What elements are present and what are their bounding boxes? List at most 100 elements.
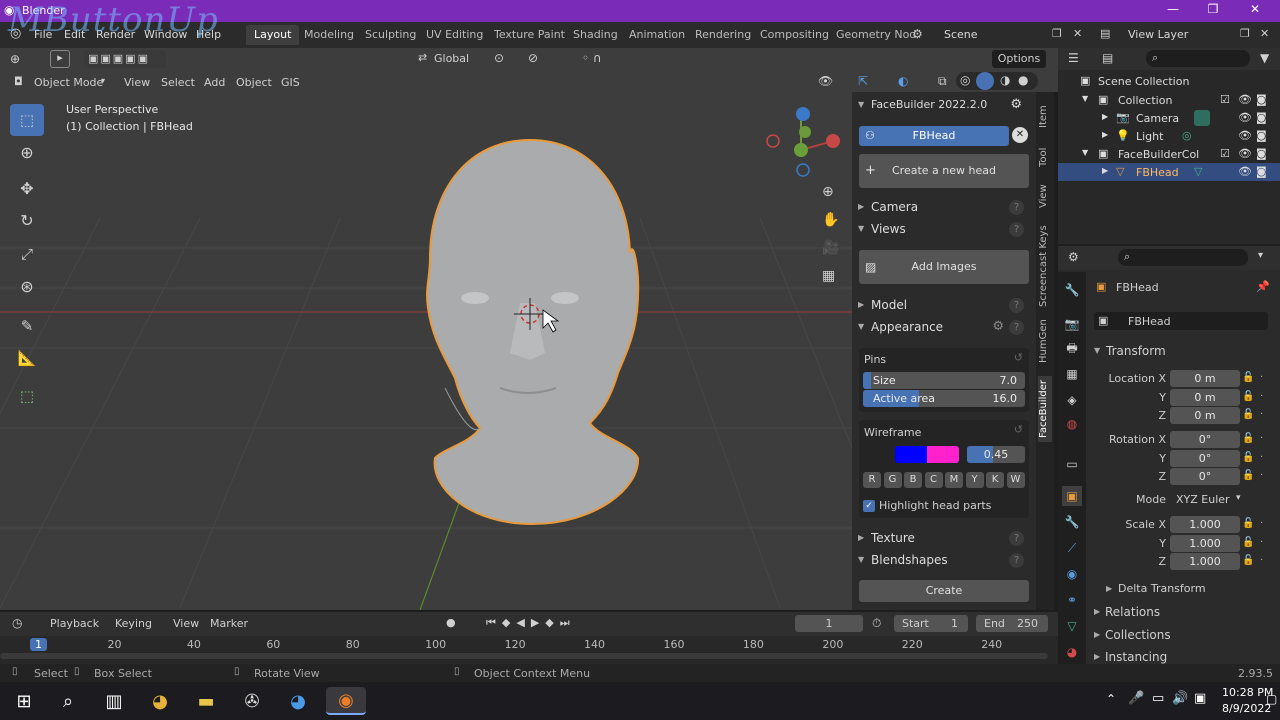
lock-icon[interactable]: 🔓: [1242, 518, 1254, 529]
eye-icon[interactable]: 👁: [1238, 165, 1252, 178]
marker-menu[interactable]: Marker: [210, 617, 248, 630]
location-field[interactable]: 0 m: [1170, 407, 1240, 424]
workspace-tab[interactable]: Geometry Nod: [828, 25, 924, 45]
expand-arrow-icon[interactable]: ▶: [1102, 130, 1108, 139]
help-icon[interactable]: ?: [1009, 200, 1024, 215]
windows-start-icon[interactable]: ⊞: [10, 687, 38, 715]
workspace-tab[interactable]: Compositing: [752, 25, 837, 45]
delete-head-icon[interactable]: ✕: [1012, 127, 1028, 143]
section-appearance[interactable]: ▼ Appearance ⚙ ?: [856, 318, 1032, 338]
maximize-button[interactable]: ❐: [1198, 2, 1228, 20]
tab-facebuilder[interactable]: FaceBuilder: [1038, 376, 1052, 442]
tab-humgen[interactable]: HumGen: [1038, 318, 1052, 364]
transform-orientation-dropdown[interactable]: Global: [434, 52, 469, 65]
scale-field[interactable]: 1.000: [1170, 553, 1240, 570]
head-model[interactable]: [426, 138, 640, 526]
outliner-row[interactable]: ▣ Scene Collection: [1058, 72, 1280, 90]
keyframe-dot-icon[interactable]: ·: [1260, 372, 1263, 383]
zoom-icon[interactable]: ⊕: [822, 184, 834, 200]
rotation-field[interactable]: 0°: [1170, 449, 1240, 467]
keyframe-dot-icon[interactable]: ·: [1260, 452, 1263, 463]
help-icon[interactable]: ?: [1009, 320, 1024, 335]
head-select-button[interactable]: ⚇ FBHead: [859, 126, 1009, 146]
selection-mode-icons[interactable]: ▣▣▣▣▣: [84, 50, 166, 68]
tool-tab-icon[interactable]: 🔧: [1062, 280, 1082, 300]
output-tab-icon[interactable]: 🖶: [1062, 338, 1082, 358]
annotate-tool[interactable]: ✎: [10, 310, 44, 342]
keyframe-dot-icon[interactable]: ·: [1260, 470, 1263, 481]
camera-data-icon[interactable]: [1194, 110, 1210, 126]
section-texture[interactable]: ▶ Texture?: [856, 529, 1032, 549]
volume-icon[interactable]: 🔊: [1172, 691, 1188, 706]
wire-color-1-swatch[interactable]: [895, 446, 927, 463]
camera-view-icon[interactable]: 🎥: [822, 240, 839, 256]
playback-menu[interactable]: Playback: [50, 617, 99, 630]
outliner-row[interactable]: ▼ ▣ Collection ☑ 👁 ◙: [1058, 91, 1280, 109]
lock-icon[interactable]: 🔓: [1242, 409, 1254, 420]
add-cube-tool[interactable]: ⬚: [10, 380, 44, 412]
help-icon[interactable]: ?: [1009, 553, 1024, 568]
measure-tool[interactable]: 📐: [10, 342, 44, 374]
particles-tab-icon[interactable]: ⟋: [1062, 538, 1082, 558]
help-icon[interactable]: ?: [1009, 222, 1024, 237]
chrome-profile-icon[interactable]: ◕: [284, 687, 312, 715]
snap-icon[interactable]: ⊘: [528, 51, 538, 65]
outliner-row[interactable]: ▼ ▣ FaceBuilderCol ☑ 👁 ◙: [1058, 145, 1280, 163]
gizmo-toggle-icon[interactable]: ⇱: [858, 74, 868, 88]
visibility-icon[interactable]: 👁: [818, 74, 833, 88]
outliner-search[interactable]: ⌕: [1146, 50, 1250, 67]
wire-color-2-swatch[interactable]: [927, 446, 959, 463]
lock-icon[interactable]: 🔓: [1242, 391, 1254, 402]
workspace-tab[interactable]: Modeling: [296, 25, 362, 45]
color-preset-button[interactable]: C: [924, 472, 943, 488]
properties-search[interactable]: ⌕: [1118, 249, 1248, 266]
eye-icon[interactable]: 👁: [1238, 129, 1252, 142]
scale-field[interactable]: 1.000: [1170, 534, 1240, 552]
search-icon[interactable]: ⌕: [54, 687, 82, 715]
keyframe-dot-icon[interactable]: ·: [1260, 555, 1263, 566]
properties-editor-icon[interactable]: ⚙: [1068, 250, 1079, 264]
collection-tab-icon[interactable]: ▭: [1062, 454, 1082, 474]
timeline-view-menu[interactable]: View: [173, 617, 199, 630]
clock-date[interactable]: 8/9/2022: [1222, 702, 1271, 715]
wireframe-shading-icon[interactable]: ◎: [960, 73, 970, 87]
expand-arrow-icon[interactable]: ▶: [1102, 166, 1108, 175]
options-dropdown-btn[interactable]: Options: [992, 50, 1046, 68]
stopwatch-icon[interactable]: ⏱: [872, 616, 881, 631]
end-frame-field[interactable]: End 250: [976, 615, 1048, 632]
playback-controls[interactable]: ⏮◆◀▶◆⏭: [486, 616, 576, 630]
keyframe-dot-icon[interactable]: ·: [1260, 391, 1263, 402]
instancing-label[interactable]: Instancing: [1105, 650, 1167, 664]
record-icon[interactable]: ●: [446, 616, 456, 629]
object-tab-icon[interactable]: ▣: [1062, 486, 1082, 506]
blender-taskbar-icon[interactable]: ◉: [326, 687, 366, 715]
expand-arrow-icon[interactable]: ▼: [1082, 148, 1088, 157]
color-preset-button[interactable]: M: [945, 472, 963, 488]
delete-view-layer-icon[interactable]: ✕: [1260, 27, 1269, 40]
scale-field[interactable]: 1.000: [1170, 516, 1240, 533]
collections-label[interactable]: Collections: [1105, 628, 1171, 642]
new-scene-icon[interactable]: ❐: [1052, 27, 1062, 40]
gear-icon[interactable]: ⚙: [1010, 97, 1022, 112]
notification-icon[interactable]: ▢: [1266, 692, 1277, 706]
3d-viewport[interactable]: ⊕ ▸ ▣▣▣▣▣ ⇄ Global ⊙ ⊘ ◦ ∩ ◘ Object Mode…: [0, 48, 852, 610]
tray-chevron-icon[interactable]: ⌃: [1106, 692, 1116, 706]
chrome-icon[interactable]: ◕: [146, 687, 174, 715]
data-tab-icon[interactable]: ▽: [1062, 616, 1082, 636]
rotation-mode-dropdown[interactable]: XYZ Euler ▾: [1170, 491, 1248, 508]
media-app-icon[interactable]: ✇: [238, 687, 266, 715]
lock-icon[interactable]: 🔓: [1242, 555, 1254, 566]
editor-type-icon[interactable]: ⊕: [10, 52, 20, 66]
transform-orientation-icon[interactable]: ⇄: [418, 51, 427, 64]
color-preset-button[interactable]: G: [883, 472, 902, 488]
reset-icon[interactable]: ↺: [1014, 423, 1023, 436]
scene-name[interactable]: Scene: [944, 28, 978, 41]
chevron-down-icon[interactable]: ▾: [1258, 250, 1263, 261]
view-layer-name[interactable]: View Layer: [1128, 28, 1188, 41]
section-model[interactable]: ▶ Model?: [856, 296, 1032, 316]
lock-icon[interactable]: 🔓: [1242, 372, 1254, 383]
workspace-tab[interactable]: Rendering: [687, 25, 759, 45]
workspace-tab[interactable]: Shading: [565, 25, 626, 45]
filter-icon[interactable]: ▼: [1260, 51, 1269, 65]
outliner-row[interactable]: ▶ 💡 Light ◎ 👁 ◙: [1058, 127, 1280, 145]
